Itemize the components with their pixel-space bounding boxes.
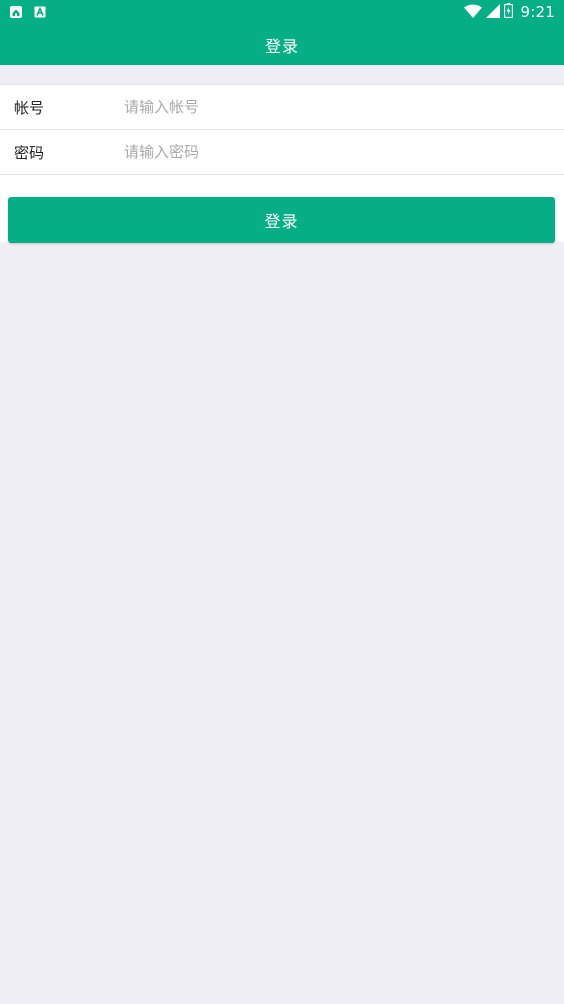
login-form: 帐号 密码 <box>0 84 564 175</box>
login-screen: 9:21 登录 帐号 密码 登录 <box>0 0 564 1004</box>
battery-icon <box>503 2 513 22</box>
page-title: 登录 <box>264 36 299 56</box>
a-app-icon <box>33 5 47 19</box>
app-bar: 登录 <box>0 24 564 65</box>
system-icons: 9:21 <box>463 2 555 22</box>
clock: 9:21 <box>520 3 555 21</box>
account-input[interactable] <box>110 85 564 129</box>
password-input[interactable] <box>110 130 564 174</box>
notification-icons <box>9 4 47 20</box>
password-row: 密码 <box>0 129 564 174</box>
status-bar: 9:21 <box>0 0 564 24</box>
account-row: 帐号 <box>0 85 564 129</box>
password-label: 密码 <box>14 143 45 162</box>
wifi-icon <box>463 3 482 22</box>
home-app-icon <box>9 5 23 19</box>
login-button[interactable]: 登录 <box>8 197 555 243</box>
signal-icon <box>485 3 500 22</box>
account-label: 帐号 <box>14 98 45 117</box>
